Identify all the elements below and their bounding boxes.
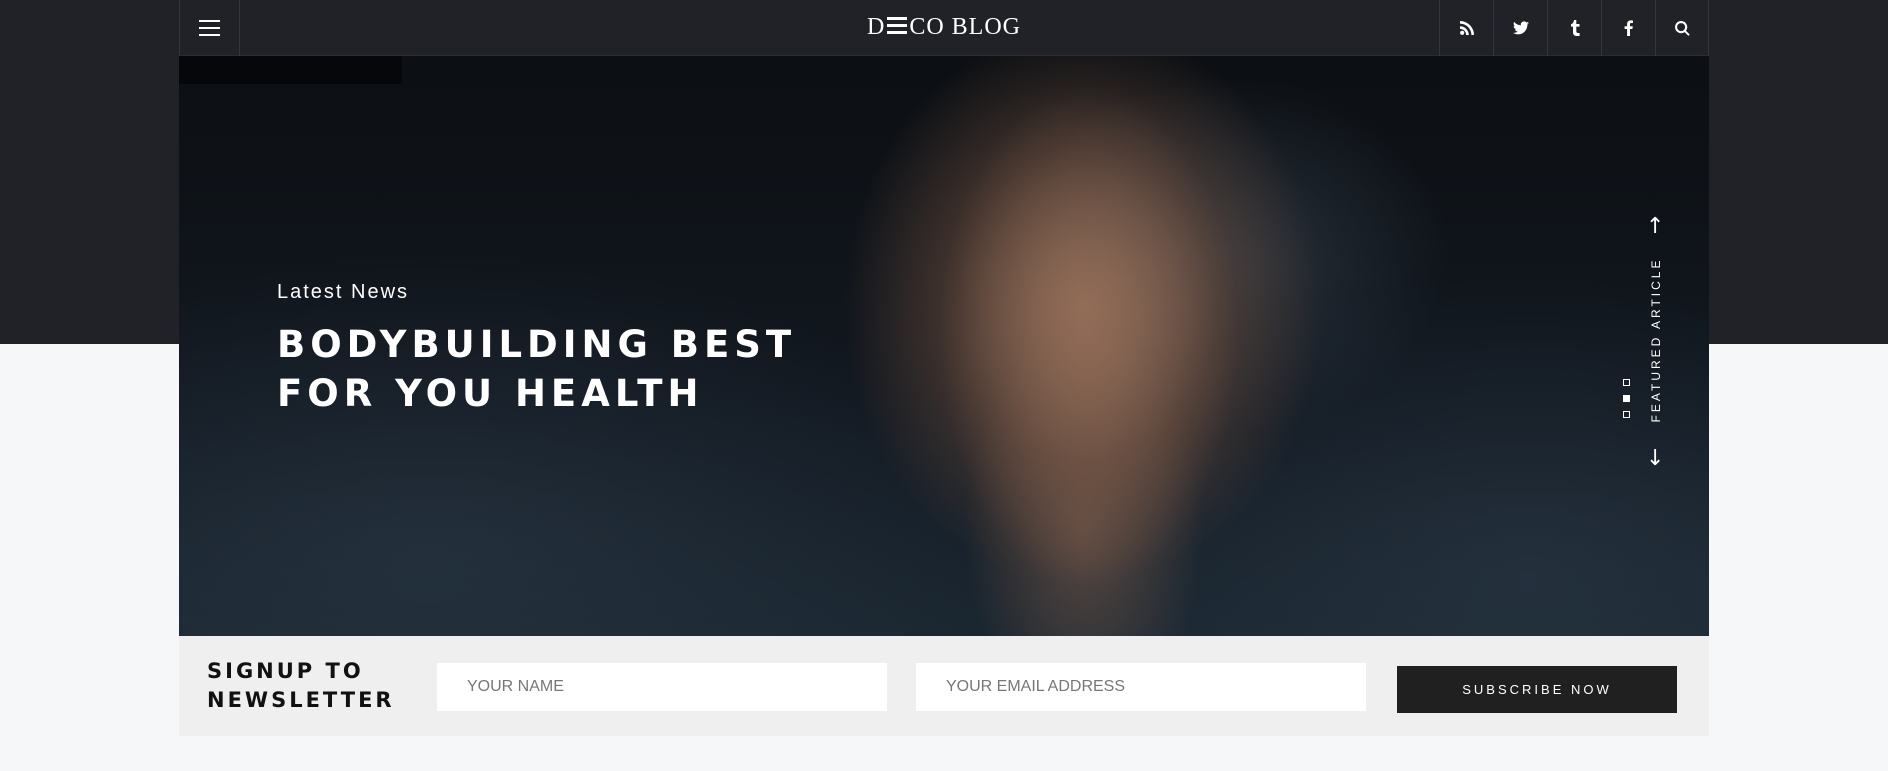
slider-dot[interactable] (1623, 411, 1630, 418)
hero-kicker: Latest News (277, 281, 410, 303)
tumblr-icon[interactable] (1547, 0, 1601, 56)
hero-slider[interactable]: Latest News BODYBUILDING BEST FOR YOU HE… (179, 56, 1709, 636)
hero-dark-overlay (179, 56, 402, 84)
arrow-down-icon[interactable]: ↓ (1646, 448, 1664, 470)
social-icons (1439, 0, 1709, 56)
arrow-up-icon[interactable]: ↑ (1646, 216, 1664, 238)
featured-article-nav: ↑ FEATURED ARTICLE ↓ (1636, 216, 1676, 476)
logo-e-icon (887, 17, 908, 35)
featured-article-label: FEATURED ARTICLE (1649, 257, 1663, 423)
site-header: D CO BLOG (179, 0, 1709, 56)
slider-dots (1623, 379, 1630, 418)
hero-headline-line1: BODYBUILDING BEST (277, 323, 797, 366)
hero-athlete-image (919, 56, 1259, 636)
logo-text-left: D (866, 14, 886, 40)
hero-headline-line2: FOR YOU HEALTH (277, 372, 704, 415)
newsletter-title-line2: NEWSLETTER (207, 688, 395, 712)
subscribe-button[interactable]: SUBSCRIBE NOW (1397, 666, 1677, 713)
twitter-icon[interactable] (1493, 0, 1547, 56)
slider-dot-active[interactable] (1623, 395, 1630, 402)
newsletter-title-line1: SIGNUP TO (207, 659, 364, 683)
rss-icon[interactable] (1439, 0, 1493, 56)
search-icon[interactable] (1655, 0, 1709, 56)
facebook-icon[interactable] (1601, 0, 1655, 56)
email-input[interactable] (916, 663, 1366, 711)
name-input[interactable] (437, 663, 887, 711)
newsletter-signup: SIGNUP TO NEWSLETTER SUBSCRIBE NOW (179, 636, 1709, 736)
hero-headline[interactable]: BODYBUILDING BEST FOR YOU HEALTH (277, 320, 917, 418)
slider-dot[interactable] (1623, 379, 1630, 386)
newsletter-title: SIGNUP TO NEWSLETTER (207, 657, 395, 715)
page-wrapper: D CO BLOG Latest News BODYBUILDING BEST … (179, 0, 1709, 736)
logo-text-right: CO BLOG (909, 14, 1021, 40)
